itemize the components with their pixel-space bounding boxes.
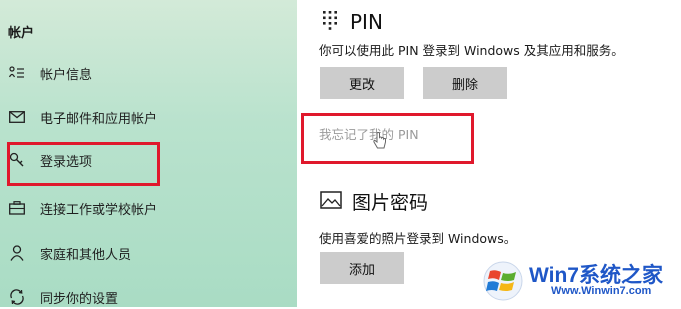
sidebar-item-label: 家庭和其他人员 <box>40 247 132 263</box>
add-picture-password-button[interactable]: 添加 <box>320 252 404 284</box>
picture-password-description: 使用喜爱的照片登录到 Windows。 <box>319 231 517 246</box>
sidebar-item-label: 同步你的设置 <box>40 291 119 307</box>
picture-icon <box>320 190 342 213</box>
person-info-icon <box>8 64 26 82</box>
mail-icon <box>8 108 26 126</box>
keypad-icon <box>322 10 338 34</box>
pin-title: PIN <box>350 10 383 34</box>
person-icon <box>8 244 26 262</box>
windows-flag-icon <box>483 261 523 305</box>
sidebar-item-work-school[interactable]: 连接工作或学校帐户 <box>8 196 157 220</box>
annotation-highlight-sign-in-options <box>7 142 160 186</box>
watermark-logo: Win7系统之家 Www.Winwin7.com <box>481 257 677 303</box>
sidebar-item-account-info[interactable]: 帐户信息 <box>8 61 92 85</box>
hand-cursor-icon <box>373 132 387 154</box>
sidebar-item-label: 帐户信息 <box>40 67 93 83</box>
picture-password-header: 图片密码 <box>320 188 428 215</box>
sidebar-section-title: 帐户 <box>8 26 35 41</box>
remove-pin-button[interactable]: 删除 <box>423 67 507 99</box>
sidebar-item-sync[interactable]: 同步你的设置 <box>8 285 118 309</box>
watermark-url: Www.Winwin7.com <box>551 285 652 297</box>
sidebar-item-family[interactable]: 家庭和其他人员 <box>8 241 131 265</box>
briefcase-icon <box>8 199 26 217</box>
annotation-highlight-forgot-pin <box>301 113 474 164</box>
sidebar-item-label: 连接工作或学校帐户 <box>40 202 158 218</box>
change-pin-button[interactable]: 更改 <box>320 67 404 99</box>
pin-description: 你可以使用此 PIN 登录到 Windows 及其应用和服务。 <box>319 43 624 58</box>
picture-password-title: 图片密码 <box>352 192 429 214</box>
sync-icon <box>8 288 26 306</box>
sidebar-item-label: 电子邮件和应用帐户 <box>40 111 158 127</box>
pin-section-header: PIN <box>322 10 383 34</box>
sidebar-item-email-accounts[interactable]: 电子邮件和应用帐户 <box>8 105 157 129</box>
